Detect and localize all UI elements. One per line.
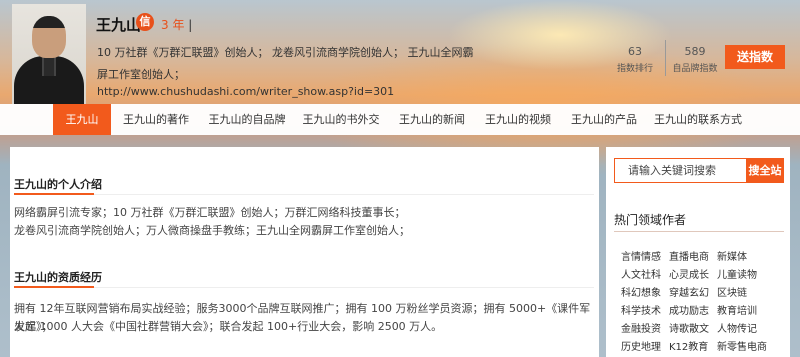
search-site-button[interactable]: 搜全站 — [746, 158, 784, 183]
author-url[interactable]: http://www.chushudashi.com/writer_show.a… — [97, 85, 394, 98]
experience-line-2: 发起 1000 人大会《中国社群营销大会》；联合发起 100+行业大会，影响 2… — [14, 320, 443, 333]
tag-new-retail[interactable]: 新零售电商 — [717, 338, 767, 353]
stat-divider — [665, 40, 666, 76]
hot-authors-divider — [614, 231, 784, 232]
avatar-head — [32, 16, 66, 58]
tag-scifi[interactable]: 科幻想象 — [621, 284, 661, 299]
sidebar: 搜全站 热门领域作者 言情情感 直播电商 新媒体 人文社科 心灵成长 儿童读物 … — [606, 147, 790, 357]
stat-rank-label: 指数排行 — [616, 64, 653, 74]
main-content: 王九山的个人介绍 网络霸屏引流专家；10 万社群《万群汇联盟》创始人；万群汇网络… — [10, 147, 599, 357]
tag-fantasy[interactable]: 穿越玄幻 — [669, 284, 709, 299]
tag-humanities[interactable]: 人文社科 — [621, 266, 661, 281]
tab-home[interactable]: 王九山 — [53, 104, 111, 135]
tag-childrens-books[interactable]: 儿童读物 — [717, 266, 757, 281]
membership-years: 3 年 | — [161, 16, 192, 33]
stat-brand-index-value: 589 — [684, 45, 706, 58]
author-intro: 10 万社群《万群汇联盟》创始人； 龙卷风引流商学院创始人； 王九山全网霸屏工作… — [97, 46, 474, 81]
stat-brand-index: 589 自品牌指数 — [668, 45, 722, 74]
avatar-collar — [42, 56, 56, 76]
tag-biography[interactable]: 人物传记 — [717, 320, 757, 335]
tag-history-geography[interactable]: 历史地理 — [621, 338, 661, 353]
author-header: 王九山 信 3 年 | 10 万社群《万群汇联盟》创始人； 龙卷风引流商学院创始… — [0, 0, 800, 104]
verified-badge-icon: 信 — [136, 13, 154, 31]
tag-science[interactable]: 科学技术 — [621, 302, 661, 317]
tab-works[interactable]: 王九山的著作 — [118, 104, 194, 135]
tag-poetry[interactable]: 诗歌散文 — [669, 320, 709, 335]
experience-section-rule — [14, 287, 594, 288]
tab-products[interactable]: 王九山的产品 — [565, 104, 643, 135]
author-nav: 王九山 王九山的著作 王九山的自品牌 王九山的书外交 王九山的新闻 王九山的视频… — [0, 104, 800, 135]
experience-section-underline — [14, 286, 94, 288]
intro-line-1: 网络霸屏引流专家；10 万社群《万群汇联盟》创始人；万群汇网络科技董事长； — [14, 206, 406, 219]
experience-section-title: 王九山的资质经历 — [14, 271, 102, 284]
send-index-button[interactable]: 送指数 — [725, 45, 785, 69]
tag-blockchain[interactable]: 区块链 — [717, 284, 747, 299]
intro-section-title: 王九山的个人介绍 — [14, 178, 102, 191]
years-value: 3 年 — [161, 18, 185, 32]
tag-personal-growth[interactable]: 心灵成长 — [669, 266, 709, 281]
tag-k12-education[interactable]: K12教育 — [669, 338, 708, 353]
tag-romance[interactable]: 言情情感 — [621, 248, 661, 263]
intro-line-2: 龙卷风引流商学院创始人；万人微商操盘手教练；王九山全网霸屏工作室创始人； — [14, 224, 410, 237]
tag-finance[interactable]: 金融投资 — [621, 320, 661, 335]
tab-book-diplomacy[interactable]: 王九山的书外交 — [297, 104, 385, 135]
tag-education-training[interactable]: 教育培训 — [717, 302, 757, 317]
tag-motivation[interactable]: 成功励志 — [669, 302, 709, 317]
stat-rank: 63 指数排行 — [608, 45, 662, 74]
hot-authors-title: 热门领域作者 — [614, 213, 687, 227]
intro-section-underline — [14, 193, 94, 195]
avatar — [12, 4, 86, 104]
search-input[interactable] — [614, 158, 746, 183]
tag-new-media[interactable]: 新媒体 — [717, 248, 747, 263]
tab-videos[interactable]: 王九山的视频 — [479, 104, 557, 135]
tag-live-ecommerce[interactable]: 直播电商 — [669, 248, 709, 263]
author-name: 王九山 — [96, 16, 142, 34]
tab-self-brand[interactable]: 王九山的自品牌 — [203, 104, 291, 135]
tab-contact[interactable]: 王九山的联系方式 — [652, 104, 744, 135]
years-separator: | — [188, 18, 193, 32]
tab-news[interactable]: 王九山的新闻 — [393, 104, 471, 135]
stat-rank-value: 63 — [628, 45, 642, 58]
intro-section-rule — [14, 194, 594, 195]
stat-brand-index-label: 自品牌指数 — [672, 64, 718, 74]
